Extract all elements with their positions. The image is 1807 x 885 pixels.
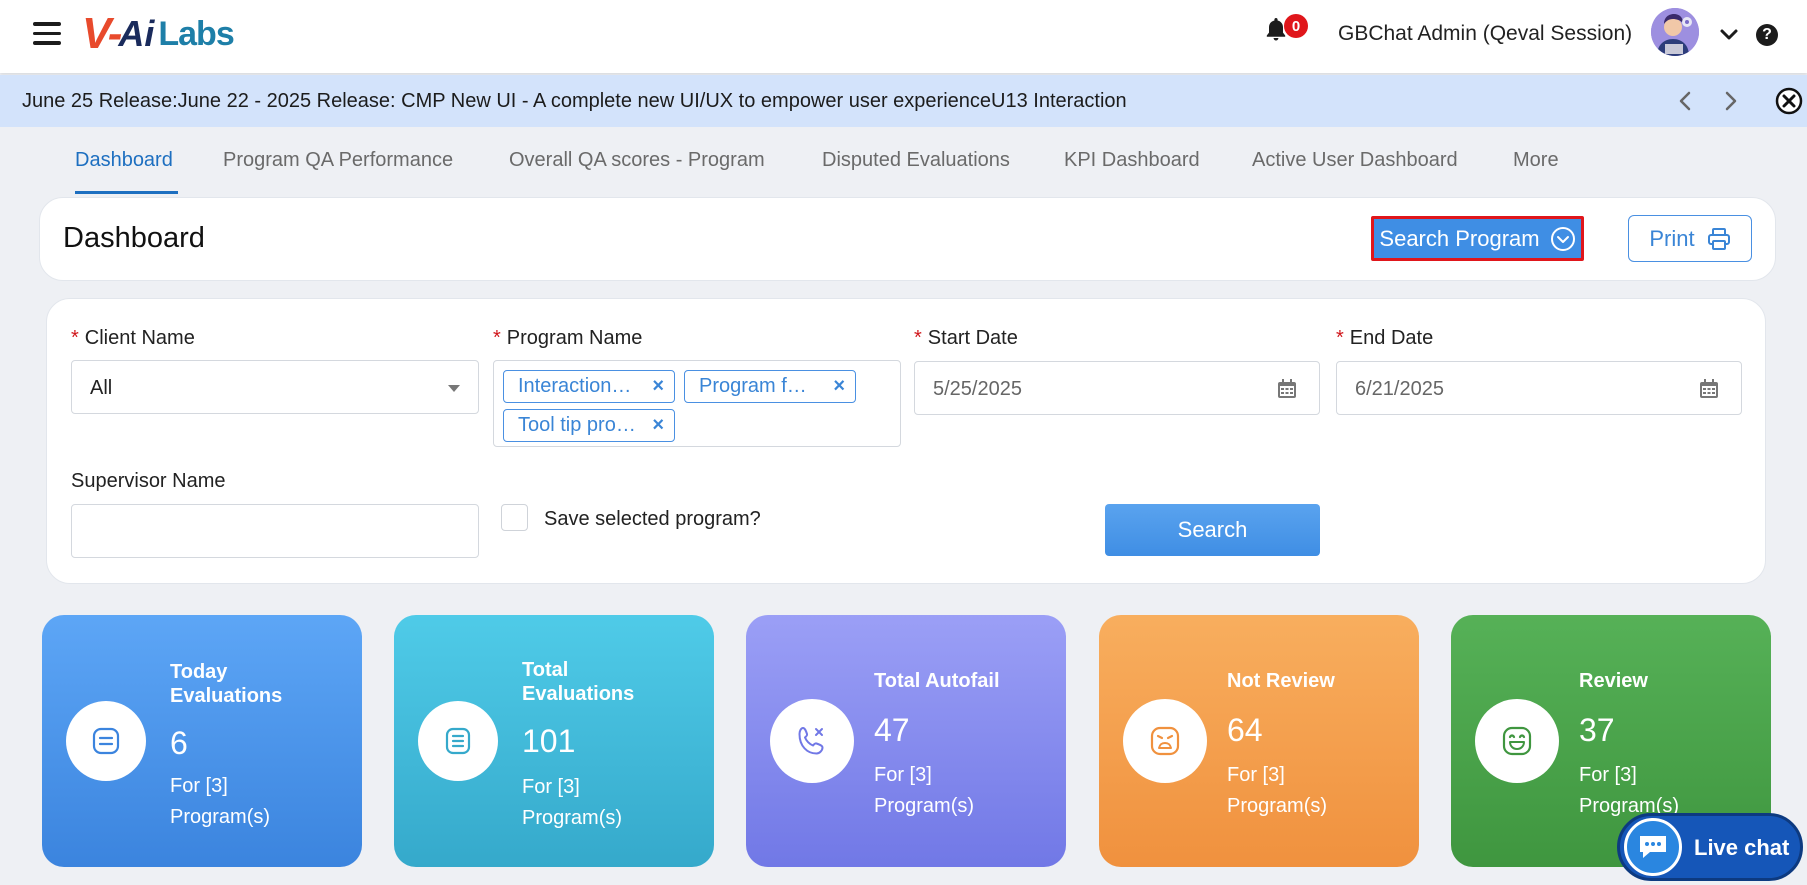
start-date-value: 5/25/2025 (933, 378, 1022, 400)
start-date-input[interactable]: 5/25/2025 (914, 361, 1320, 415)
user-avatar[interactable] (1651, 8, 1699, 56)
stat-value: 64 (1227, 712, 1263, 748)
user-menu-chevron-down-icon[interactable] (1718, 24, 1740, 46)
client-name-label: * Client Name (71, 327, 195, 349)
notifications-button[interactable]: 0 (1266, 14, 1308, 46)
stat-icon-circle (66, 701, 146, 781)
dashboard-title-card: Dashboard Search Program Print (39, 197, 1776, 281)
top-header: V- Ai Labs 0 GBChat Admin (Qeval Session) … (0, 0, 1807, 73)
save-selected-program-checkbox[interactable] (501, 504, 528, 531)
stat-value: 37 (1579, 712, 1615, 748)
client-name-value: All (90, 377, 113, 399)
stat-icon-circle (418, 701, 498, 781)
vai-labs-logo[interactable]: V- Ai Labs (82, 8, 235, 60)
document-lines-icon (445, 727, 471, 755)
stat-subtitle: For [3] Program(s) (1227, 764, 1328, 817)
phone-missed-call-icon (798, 727, 824, 755)
client-name-select[interactable]: All (71, 360, 479, 414)
page-title: Dashboard (63, 222, 205, 254)
search-program-button[interactable]: Search Program (1371, 216, 1584, 261)
tab-overall-qa-scores-program[interactable]: Overall QA scores - Program (509, 149, 765, 172)
ticker-prev-chevron-left-icon[interactable] (1676, 89, 1696, 113)
calendar-icon[interactable] (1277, 379, 1297, 399)
remove-tag-close-icon[interactable]: × (652, 375, 664, 398)
live-chat-label: Live chat (1694, 835, 1790, 860)
stat-title: Review (1579, 670, 1648, 692)
stat-card-not-review[interactable]: Not Review 64 For [3] Program(s) (1099, 615, 1419, 867)
program-tag: Tool tip pro… × (503, 409, 675, 442)
print-label: Print (1649, 225, 1695, 251)
remove-tag-close-icon[interactable]: × (833, 375, 845, 398)
end-date-input[interactable]: 6/21/2025 (1336, 361, 1742, 415)
remove-tag-close-icon[interactable]: × (652, 414, 664, 437)
program-tag: Program f… × (684, 370, 856, 403)
supervisor-name-input[interactable] (71, 504, 479, 558)
end-date-value: 6/21/2025 (1355, 378, 1444, 400)
caret-down-icon (448, 385, 460, 392)
happy-face-icon (1502, 726, 1532, 756)
stat-icon-circle (770, 699, 854, 783)
stat-title: Total Autofail (874, 670, 1000, 692)
tab-more[interactable]: More (1513, 149, 1559, 172)
calendar-icon[interactable] (1699, 379, 1719, 399)
stat-subtitle: For [3] Program(s) (522, 776, 623, 829)
active-tab-indicator (75, 191, 178, 194)
stat-value: 101 (522, 723, 576, 759)
stat-icon-circle (1475, 699, 1559, 783)
dashboard-tabs: Dashboard Program QA Performance Overall… (0, 127, 1807, 197)
save-selected-program-label: Save selected program? (544, 508, 761, 530)
ticker-close-icon[interactable] (1775, 87, 1803, 120)
document-list-icon (92, 727, 120, 755)
chat-bubble-icon (1624, 818, 1682, 876)
stat-card-total-autofail[interactable]: Total Autofail 47 For [3] Program(s) (746, 615, 1066, 867)
start-date-label: * Start Date (914, 327, 1018, 349)
stat-subtitle: For [3] Program(s) (170, 775, 271, 828)
stat-card-total-evaluations[interactable]: Total Evaluations 101 For [3] Program(s) (394, 615, 714, 867)
user-name[interactable]: GBChat Admin (Qeval Session) (1338, 22, 1632, 46)
release-ticker-text[interactable]: June 25 Release:June 22 - 2025 Release: … (22, 90, 1127, 113)
stat-title: Not Review (1227, 670, 1335, 692)
notification-count-badge: 0 (1284, 14, 1308, 38)
program-name-label: * Program Name (493, 327, 643, 349)
print-button[interactable]: Print (1628, 215, 1752, 262)
supervisor-name-label: Supervisor Name (71, 470, 226, 492)
stat-title: Total Evaluations (522, 659, 635, 705)
tab-disputed-evaluations[interactable]: Disputed Evaluations (822, 149, 1010, 172)
release-ticker: June 25 Release:June 22 - 2025 Release: … (0, 75, 1807, 127)
stat-value: 6 (170, 725, 188, 761)
sad-face-icon (1150, 726, 1180, 756)
program-name-multiselect[interactable]: Interaction… × Program f… × Tool tip pro… × (493, 360, 901, 447)
stat-icon-circle (1123, 699, 1207, 783)
tab-dashboard[interactable]: Dashboard (75, 149, 173, 172)
stat-value: 47 (874, 712, 910, 748)
program-tag: Interaction… × (503, 370, 675, 403)
tab-active-user-dashboard[interactable]: Active User Dashboard (1252, 149, 1458, 172)
stat-title: Today Evaluations (170, 661, 283, 707)
search-button[interactable]: Search (1105, 504, 1320, 556)
end-date-label: * End Date (1336, 327, 1434, 349)
ticker-next-chevron-right-icon[interactable] (1720, 89, 1740, 113)
search-filter-card: * Client Name All * Program Name Interacti… (46, 298, 1766, 584)
chevron-down-circle-icon (1550, 226, 1575, 251)
live-chat-button[interactable]: Live chat (1617, 813, 1803, 881)
tab-kpi-dashboard[interactable]: KPI Dashboard (1064, 149, 1200, 172)
help-icon[interactable]: ? (1756, 24, 1778, 46)
stat-card-today-evaluations[interactable]: Today Evaluations 6 For [3] Program(s) (42, 615, 362, 867)
bell-icon (1266, 18, 1286, 41)
printer-icon (1707, 227, 1730, 250)
avatar-image (1651, 8, 1699, 56)
menu-icon[interactable] (33, 22, 61, 46)
tab-program-qa-performance[interactable]: Program QA Performance (223, 149, 453, 172)
stat-subtitle: For [3] Program(s) (874, 764, 975, 817)
search-program-label: Search Program (1379, 225, 1540, 251)
